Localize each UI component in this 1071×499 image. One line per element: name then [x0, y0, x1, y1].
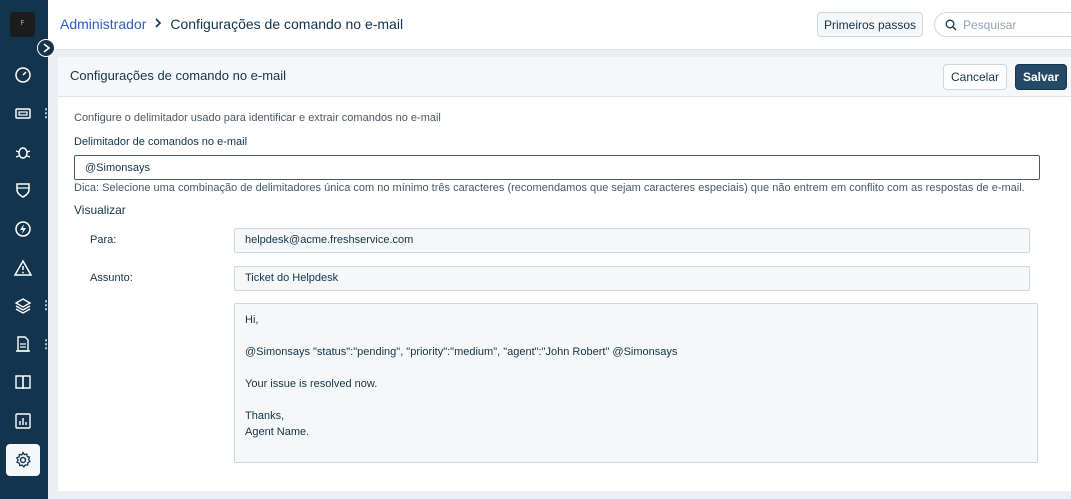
card-title: Configurações de comando no e-mail — [70, 68, 287, 83]
nav-contracts[interactable] — [6, 328, 40, 360]
breadcrumb-admin-link[interactable]: Administrador — [60, 16, 146, 32]
settings-card: Configurações de comando no e-mail Cance… — [58, 57, 1071, 491]
app-logo[interactable]: F — [10, 12, 35, 37]
logo-text: F — [20, 19, 25, 27]
nav-assets[interactable] — [6, 290, 40, 322]
description-text: Configure o delimitador usado para ident… — [74, 112, 441, 124]
chevron-right-icon — [43, 43, 51, 53]
body-signature: Agent Name. — [245, 426, 310, 438]
breadcrumb-chevron-icon — [154, 16, 162, 32]
document-icon — [16, 336, 30, 352]
save-button[interactable]: Salvar — [1015, 64, 1067, 90]
email-body-preview: Hi, @Simonsays "status":"pending", "prio… — [234, 303, 1038, 463]
tickets-menu-dots-icon[interactable]: ⋮ — [40, 107, 52, 119]
card-header: Configurações de comando no e-mail Cance… — [58, 57, 1071, 97]
sidebar-expand-button[interactable] — [37, 39, 55, 57]
breadcrumb: Administrador Configurações de comando n… — [60, 16, 403, 32]
dashboard-icon — [15, 67, 31, 83]
body-message: Your issue is resolved now. — [245, 378, 378, 390]
nav-admin[interactable] — [6, 444, 40, 476]
tickets-icon — [15, 108, 31, 119]
gear-icon — [15, 451, 31, 468]
bolt-icon — [15, 221, 31, 237]
to-field: helpdesk@acme.freshservice.com — [234, 228, 1030, 253]
bug-icon — [15, 147, 31, 159]
nav-releases[interactable] — [6, 213, 40, 245]
body-command: @Simonsays "status":"pending", "priority… — [245, 346, 678, 358]
search-input[interactable] — [963, 17, 1063, 32]
shield-icon — [16, 183, 30, 198]
breadcrumb-current: Configurações de comando no e-mail — [170, 16, 404, 32]
to-label: Para: — [90, 234, 117, 246]
body-greeting: Hi, — [245, 314, 259, 326]
hint-text: Dica: Selecione uma combinação de delimi… — [74, 182, 1025, 194]
nav-alerts[interactable] — [6, 252, 40, 284]
assets-menu-dots-icon[interactable]: ⋮ — [40, 299, 52, 311]
bar-chart-icon — [15, 413, 31, 429]
book-icon — [15, 375, 31, 390]
search-box[interactable] — [934, 12, 1071, 37]
body-closing: Thanks, — [245, 410, 285, 422]
nav-changes[interactable] — [6, 174, 40, 206]
subject-field: Ticket do Helpdesk — [234, 266, 1030, 291]
alert-triangle-icon — [14, 259, 32, 276]
preview-heading: Visualizar — [74, 203, 126, 217]
contracts-menu-dots-icon[interactable]: ⋮ — [40, 338, 52, 350]
top-header: Administrador Configurações de comando n… — [48, 0, 1071, 50]
nav-dashboard[interactable] — [6, 59, 40, 91]
sidebar: F ⋮ ⋮ ⋮ — [0, 0, 52, 499]
cancel-button[interactable]: Cancelar — [943, 64, 1007, 90]
subject-label: Assunto: — [90, 272, 133, 284]
search-icon — [945, 19, 957, 30]
nav-tickets[interactable] — [6, 97, 40, 129]
delimiter-input[interactable] — [74, 155, 1040, 180]
delimiter-label: Delimitador de comandos no e-mail — [74, 136, 248, 148]
nav-solutions[interactable] — [6, 366, 40, 398]
nav-reports[interactable] — [6, 405, 40, 437]
getting-started-button[interactable]: Primeiros passos — [817, 12, 923, 37]
layers-icon — [14, 298, 32, 314]
nav-problems[interactable] — [6, 136, 40, 168]
